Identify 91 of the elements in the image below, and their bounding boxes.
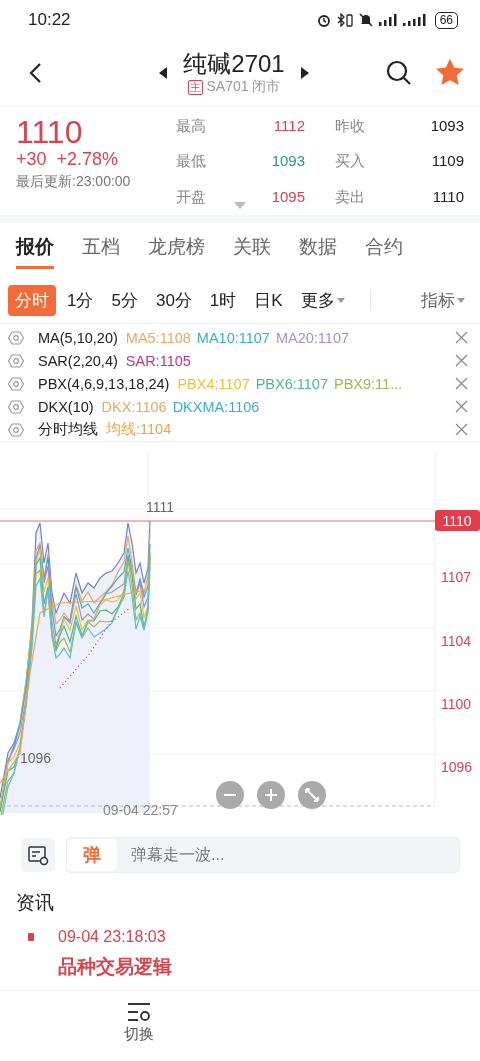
axis-label: 1107 bbox=[441, 569, 472, 585]
axis-label: 1096 bbox=[441, 759, 473, 775]
market-badge: 主 bbox=[187, 79, 203, 95]
battery-indicator: 66 bbox=[434, 11, 458, 29]
back-icon[interactable] bbox=[28, 62, 42, 84]
close-icon[interactable] bbox=[455, 331, 468, 344]
stat-label: 最高 bbox=[176, 116, 206, 136]
low-marker: 1096 bbox=[20, 750, 52, 766]
stat-label: 开盘 bbox=[176, 186, 206, 207]
time-label: 09-04 22:57 bbox=[103, 802, 178, 818]
danmaku-settings-icon[interactable] bbox=[21, 838, 55, 872]
indicator-name: 分时均线 bbox=[38, 420, 98, 439]
indicator-value: PBX6:1107 bbox=[255, 375, 328, 392]
stat-value: 1093 bbox=[430, 116, 464, 136]
contract-title: 纯碱2701 bbox=[183, 50, 285, 78]
indicator-value: MA10:1107 bbox=[196, 329, 270, 346]
switch-button[interactable]: 切换 bbox=[124, 991, 154, 1061]
danmaku-badge: 弹 bbox=[67, 839, 117, 871]
settings-icon[interactable] bbox=[8, 399, 24, 414]
last-price: 1110 bbox=[16, 115, 84, 149]
contract-status: SA701 闭市 bbox=[206, 78, 281, 96]
fullscreen-icon[interactable] bbox=[298, 781, 326, 809]
tab[interactable]: 龙虎榜 bbox=[148, 227, 205, 269]
stat-value: 1095 bbox=[271, 186, 305, 207]
signal-icon bbox=[378, 14, 397, 26]
period-tab[interactable]: 更多 bbox=[293, 284, 352, 316]
stat-label: 卖出 bbox=[335, 186, 365, 207]
caret-icon bbox=[457, 297, 465, 303]
current-price-tag: 1110 bbox=[435, 510, 480, 531]
star-icon[interactable] bbox=[436, 59, 464, 87]
stat-label: 买入 bbox=[335, 151, 365, 172]
status-time: 10:22 bbox=[28, 10, 71, 30]
stat-value: 1112 bbox=[273, 116, 305, 136]
news-time: 09-04 23:18:03 bbox=[58, 928, 166, 946]
indicator-value: PBX4:1107 bbox=[177, 375, 250, 392]
price-change: +30 bbox=[16, 149, 47, 170]
switch-icon bbox=[127, 1003, 151, 1021]
close-icon[interactable] bbox=[455, 354, 468, 367]
stat-value: 1110 bbox=[432, 186, 464, 207]
zoom-out-icon[interactable] bbox=[216, 781, 244, 809]
danmaku-input[interactable]: 弹幕走一波... bbox=[117, 845, 459, 865]
tab[interactable]: 报价 bbox=[16, 227, 54, 269]
settings-icon[interactable] bbox=[8, 422, 24, 437]
period-tab[interactable]: 5分 bbox=[104, 284, 145, 316]
stat-label: 最低 bbox=[176, 151, 206, 172]
caret-icon bbox=[336, 297, 345, 303]
period-tab[interactable]: 1分 bbox=[60, 284, 101, 316]
indicator-value: SAR:1105 bbox=[125, 352, 191, 369]
expand-icon[interactable] bbox=[234, 202, 246, 209]
indicator-name: SAR(2,20,4) bbox=[38, 352, 118, 369]
indicator-value: 均线:1104 bbox=[106, 420, 172, 439]
stat-label: 昨收 bbox=[335, 116, 365, 136]
axis-label: 1104 bbox=[441, 633, 472, 649]
previous-icon[interactable] bbox=[159, 67, 168, 79]
close-icon[interactable] bbox=[455, 423, 468, 436]
period-tab[interactable]: 30分 bbox=[148, 284, 199, 316]
bluetooth-icon bbox=[336, 13, 353, 27]
period-tab[interactable]: 日K bbox=[247, 284, 290, 316]
high-marker: 1111 bbox=[146, 499, 175, 515]
indicator-name: PBX(4,6,9,13,18,24) bbox=[38, 375, 170, 392]
indicator-value: PBX9:11... bbox=[334, 375, 403, 392]
indicator-value: DKXMA:1106 bbox=[172, 398, 260, 415]
close-icon[interactable] bbox=[455, 377, 468, 390]
stat-value: 1109 bbox=[431, 151, 464, 172]
indicator-name: MA(5,10,20) bbox=[38, 329, 118, 346]
settings-icon[interactable] bbox=[8, 330, 24, 345]
stat-value: 1093 bbox=[271, 151, 305, 172]
axis-label: 1100 bbox=[441, 696, 472, 712]
settings-icon[interactable] bbox=[8, 353, 24, 368]
tab[interactable]: 关联 bbox=[233, 227, 271, 269]
indicator-value: DKX:1106 bbox=[101, 398, 167, 415]
indicator-name: DKX(10) bbox=[38, 398, 94, 415]
indicator-button[interactable]: 指标 bbox=[414, 284, 472, 316]
indicator-value: MA20:1107 bbox=[275, 329, 349, 346]
close-icon[interactable] bbox=[455, 400, 468, 413]
tab[interactable]: 五档 bbox=[82, 227, 120, 269]
next-icon[interactable] bbox=[300, 67, 309, 79]
tab[interactable]: 数据 bbox=[299, 227, 337, 269]
zoom-in-icon[interactable] bbox=[257, 781, 285, 809]
update-time: 最后更新:23:00:00 bbox=[16, 173, 132, 191]
news-title[interactable]: 品种交易逻辑 bbox=[58, 954, 464, 980]
signal-icon bbox=[402, 14, 429, 26]
alarm-icon bbox=[316, 13, 331, 27]
indicator-value: MA5:1108 bbox=[125, 329, 191, 346]
search-icon[interactable] bbox=[386, 60, 412, 86]
percent-change: +2.78% bbox=[56, 149, 119, 170]
settings-icon[interactable] bbox=[8, 376, 24, 391]
mute-icon bbox=[358, 13, 373, 27]
news-heading: 资讯 bbox=[16, 891, 55, 915]
period-tab[interactable]: 1时 bbox=[202, 284, 244, 316]
tab[interactable]: 合约 bbox=[365, 227, 403, 269]
